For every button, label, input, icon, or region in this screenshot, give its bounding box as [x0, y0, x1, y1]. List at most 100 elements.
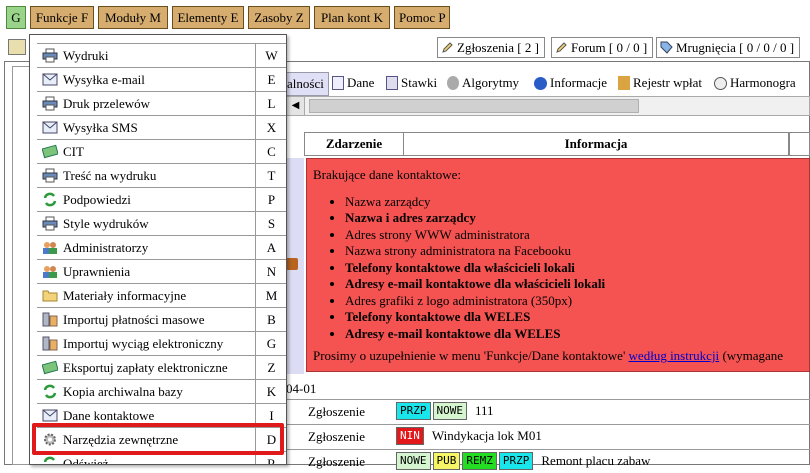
mrugniecia-label: Mrugnięcia [ 0 / 0 / 0 ]: [676, 40, 795, 55]
envelope-icon: [42, 121, 58, 134]
menu-elementy-button[interactable]: Elementy E: [172, 6, 244, 29]
table-row[interactable]: Zgłoszenie NIN Windykacja lok M01: [286, 424, 810, 448]
info-icon: [534, 77, 547, 90]
horizontal-scrollbar[interactable]: ◀: [286, 96, 810, 116]
instructions-link[interactable]: według instrukcji: [629, 348, 720, 363]
dropdown-item-odśwież[interactable]: Odśwież R: [37, 451, 286, 465]
menu-moduly-button[interactable]: Moduły M: [98, 6, 168, 29]
recycle-icon: [43, 384, 57, 399]
alert-item: Telefony kontaktowe dla WELES: [345, 309, 803, 326]
envelope-icon: [42, 409, 58, 422]
users-icon: [43, 242, 57, 254]
menu-plan-kont-button[interactable]: Plan kont K: [314, 6, 390, 29]
menu-g-button[interactable]: G: [6, 6, 26, 29]
subtab-algorytmy[interactable]: Algorytmy: [447, 72, 519, 94]
scroll-thumb[interactable]: [309, 99, 639, 113]
alert-intro: Brakujące dane kontaktowe:: [313, 167, 461, 182]
envelope-icon: [42, 73, 58, 86]
column-header-informacja: Informacja: [403, 132, 789, 156]
status-badge: NOWE: [432, 402, 467, 421]
zgloszenia-tab[interactable]: Zgłoszenia [ 2 ]: [437, 37, 545, 58]
import-icon: [42, 312, 58, 327]
printer-icon: [42, 216, 58, 231]
dropdown-item-label: Importuj wyciąg elektroniczny: [63, 336, 224, 351]
money-icon: [42, 360, 58, 375]
menu-zasoby-button[interactable]: Zasoby Z: [248, 6, 310, 29]
status-badge: PRZP: [498, 452, 534, 471]
alert-list: Nazwa zarządcy Nazwa i adres zarządcy Ad…: [313, 194, 803, 343]
shortcut-key: G: [255, 332, 286, 356]
dropdown-item-label: Kopia archiwalna bazy: [63, 384, 183, 399]
subtab-harmonogram[interactable]: Harmonogra: [714, 72, 796, 94]
pencil-icon: [442, 42, 453, 53]
dropdown-item-style-wydruków[interactable]: Style wydruków S: [37, 211, 286, 236]
recycle-icon: [43, 192, 57, 207]
dropdown-item-label: Administratorzy: [63, 240, 149, 255]
dropdown-item-eksportuj-zapłaty-elektroniczne[interactable]: Eksportuj zapłaty elektroniczne Z: [37, 355, 286, 380]
dropdown-item-treść-na-wydruku[interactable]: Treść na wydruku T: [37, 163, 286, 188]
document-icon: [332, 76, 344, 90]
dropdown-item-wysyłka-sms[interactable]: Wysyłka SMS X: [37, 115, 286, 140]
forum-label: Forum [ 0 / 0 ]: [571, 40, 648, 55]
scroll-left-arrow[interactable]: ◀: [287, 97, 305, 115]
dropdown-item-label: Style wydruków: [63, 216, 149, 231]
table-row[interactable]: Zgłoszenie PRZP NOWE 111: [286, 399, 810, 423]
module-subtabs: alności Dane Stawki Algorytmy Informacje…: [286, 72, 810, 96]
dropdown-item-podpowiedzi[interactable]: Podpowiedzi P: [37, 187, 286, 212]
gear-icon: [447, 76, 459, 90]
dropdown-item-narzędzia-zewnętrzne[interactable]: Narzędzia zewnętrzne D: [37, 427, 286, 452]
dropdown-item-label: Odśwież: [63, 456, 109, 465]
dropdown-item-uprawnienia[interactable]: Uprawnienia N: [37, 259, 286, 284]
menu-funkcje-button[interactable]: Funkcje F: [30, 6, 94, 29]
folder-icon: [42, 290, 58, 302]
printer-icon: [42, 96, 58, 111]
subtab-selected[interactable]: alności: [286, 72, 329, 96]
dropdown-item-label: Treść na wydruku: [63, 168, 157, 183]
status-badge: PUB: [432, 452, 461, 471]
subtab-stawki[interactable]: Stawki: [386, 72, 437, 94]
dropdown-item-druk-przelewów[interactable]: Druk przelewów L: [37, 91, 286, 116]
shortcut-key: T: [255, 164, 286, 188]
dropdown-item-importuj-wyciąg-elektroniczny[interactable]: Importuj wyciąg elektroniczny G: [37, 331, 286, 356]
dropdown-item-label: Eksportuj zapłaty elektroniczne: [63, 360, 228, 375]
dropdown-item-administratorzy[interactable]: Administratorzy A: [37, 235, 286, 260]
menu-pomoc-button[interactable]: Pomoc P: [394, 6, 450, 29]
subtab-dane[interactable]: Dane: [332, 72, 374, 94]
dropdown-item-kopia-archiwalna-bazy[interactable]: Kopia archiwalna bazy K: [37, 379, 286, 404]
subtab-informacje[interactable]: Informacje: [534, 72, 607, 94]
dropdown-item-label: Materiały informacyjne: [63, 288, 187, 303]
dropdown-item-label: Importuj płatności masowe: [63, 312, 205, 327]
recycle-icon: [43, 456, 56, 463]
dropdown-item-label: Wysyłka e-mail: [63, 72, 145, 87]
dropdown-item-label: Wydruki: [63, 48, 109, 63]
dropdown-item-label: Narzędzia zewnętrzne: [63, 432, 179, 447]
dropdown-item-materiały-informacyjne[interactable]: Materiały informacyjne M: [37, 283, 286, 308]
dropdown-item-dane-kontaktowe[interactable]: Dane kontaktowe I: [37, 403, 286, 428]
column-header-zdarzenie: Zdarzenie: [304, 132, 404, 156]
subtab-rejestr-wplat[interactable]: Rejestr wpłat: [618, 72, 702, 94]
table-icon: [386, 76, 398, 90]
tools-icon[interactable]: [8, 39, 26, 55]
import-icon: [42, 336, 58, 351]
shortcut-key: I: [255, 404, 286, 428]
pencil-icon: [556, 42, 567, 53]
mrugniecia-tab[interactable]: Mrugnięcia [ 0 / 0 / 0 ]: [656, 37, 801, 58]
dropdown-item-label: CIT: [63, 144, 84, 159]
money-icon: [42, 144, 58, 159]
dropdown-item-wydruki[interactable]: Wydruki W: [37, 43, 286, 68]
dropdown-item-cit[interactable]: CIT C: [37, 139, 286, 164]
alert-item: Adres grafiki z logo administratora (350…: [345, 293, 803, 310]
alert-item: Adres strony WWW administratora: [345, 227, 803, 244]
alert-item: Adresy e-mail kontaktowe dla WELES: [345, 326, 803, 343]
dropdown-item-wysyłka-e-mail[interactable]: Wysyłka e-mail E: [37, 67, 286, 92]
funkcje-dropdown-menu: Wydruki W Wysyłka e-mail E Druk przelewów L Wy…: [29, 34, 287, 465]
shortcut-key: X: [255, 116, 286, 140]
forum-tab[interactable]: Forum [ 0 / 0 ]: [551, 37, 654, 58]
shortcut-key: B: [255, 308, 286, 332]
dropdown-item-importuj-płatności-masowe[interactable]: Importuj płatności masowe B: [37, 307, 286, 332]
dropdown-item-label: Podpowiedzi: [63, 192, 131, 207]
shortcut-key: P: [255, 188, 286, 212]
table-row[interactable]: Zgłoszenie NOWE PUB REMZ PRZP Remont placu z…: [286, 449, 810, 473]
shortcut-key: S: [255, 212, 286, 236]
shortcut-key: Z: [255, 356, 286, 380]
